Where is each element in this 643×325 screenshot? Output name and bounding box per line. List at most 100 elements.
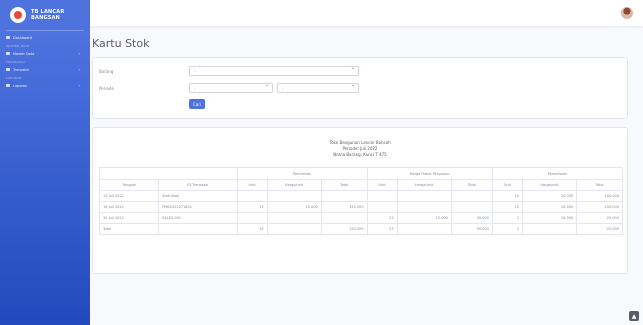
table-cell: 18 Juli 2022 (98, 201, 160, 213)
table-cell: 10.000 (396, 212, 452, 224)
table-cell (366, 201, 398, 213)
folder-icon (6, 52, 10, 55)
barang-label: Barang (99, 68, 114, 74)
table-cell: 20.000 (576, 223, 623, 235)
cart-icon (6, 68, 10, 71)
avatar[interactable] (621, 7, 633, 19)
barang-select-value: - (194, 69, 196, 74)
table-cell: 250.000 (576, 201, 623, 213)
table-cell (236, 190, 268, 202)
column-header: Unit (366, 179, 398, 191)
table-cell: 100.000 (576, 190, 623, 202)
year-select-value: - (282, 86, 284, 91)
sidebar-heading-master: MASTER DATA (6, 44, 30, 48)
table-cell (320, 190, 368, 202)
table-cell: 30.000 (450, 223, 493, 235)
table-cell: 10 (491, 190, 523, 202)
column-header: Tanggal (98, 179, 160, 191)
table-cell (450, 201, 493, 213)
table-cell: 15 (236, 223, 268, 235)
column-header: Harga/unit (266, 179, 322, 191)
table-header-row: Tanggal ID Transaksi Unit Harga/unit Total Un… (98, 179, 623, 191)
table-cell (396, 190, 452, 202)
table-cell: 10.000 (521, 201, 578, 213)
table-cell: Stok Awal (158, 190, 238, 202)
sidebar: TB LANCAR BANGSAN Dashboard MASTER DATA … (0, 0, 90, 325)
sidebar-item-dashboard[interactable]: Dashboard (0, 33, 90, 42)
table-cell (396, 201, 452, 213)
table-cell: 13 Juli 2022 (98, 190, 160, 202)
periode-label: Periode (99, 85, 114, 91)
table-row: 30 Juli 2022 SALES-001 23 10.000 30.000 2 10.0… (98, 212, 623, 224)
dashboard-icon (6, 36, 10, 39)
topbar (90, 0, 643, 26)
chevron-right-icon: › (78, 67, 80, 72)
table-cell: 10.000 (521, 190, 578, 202)
report-store-name: Toko Bangunan Lancar Bansah (329, 140, 391, 145)
sidebar-item-master-data[interactable]: Master Data › (0, 49, 90, 58)
table-row: 18 Juli 2022 PMB2022071801 15 10.000 150.000… (98, 201, 623, 213)
report-card: Toko Bangunan Lancar Bansah Periode: Jul… (92, 127, 628, 274)
chevron-right-icon: › (78, 83, 80, 88)
brand-name-line2: BANGSAN (31, 15, 61, 21)
sidebar-item-label: Laporan (13, 83, 28, 88)
table-cell (521, 223, 578, 235)
group-header-persediaan: Persediaan (491, 167, 624, 180)
column-header: Total (450, 179, 493, 191)
table-cell: 23 (366, 212, 398, 224)
table-cell: Total (98, 223, 160, 235)
year-select[interactable]: - (277, 82, 359, 93)
table-cell: 2 (491, 212, 523, 224)
report-item-name: Nama Barang: Kunci T 475 (333, 152, 387, 157)
barang-select[interactable]: - (189, 65, 359, 76)
scroll-to-top-button[interactable]: ▲ (629, 311, 639, 321)
month-select-value: - (194, 86, 196, 91)
table-cell: 20.000 (576, 212, 623, 224)
column-header: Harga/unit (521, 179, 578, 191)
sidebar-heading-transaksi: TRANSAKSI (6, 60, 25, 64)
table-cell: PMB2022071801 (158, 201, 238, 213)
table-cell: 150.000 (320, 223, 368, 235)
table-row: 13 Juli 2022 Stok Awal 10 10.000 100.000 (98, 190, 623, 202)
stock-card-table: Pembelian Harga Pokok Penjualan Persedia… (98, 167, 624, 235)
table-cell (396, 223, 452, 235)
table-cell: 15 (236, 201, 268, 213)
report-period: Periode: Juli 2022 (342, 146, 378, 151)
sidebar-item-label: Transaksi (13, 67, 30, 72)
table-cell: 30 Juli 2022 (98, 212, 160, 224)
search-button[interactable]: Cari (189, 99, 205, 109)
table-cell: SALES-001 (158, 212, 238, 224)
table-row: Total 15 150.000 23 30.000 2 20.000 (98, 223, 623, 235)
table-cell (266, 212, 322, 224)
table-cell: 2 (491, 223, 523, 235)
group-header-pembelian: Pembelian (236, 167, 368, 180)
column-header: ID Transaksi (158, 179, 238, 191)
column-header: Unit (236, 179, 268, 191)
sidebar-heading-laporan: LAPORAN (6, 76, 22, 80)
filter-card: Barang - Periode - - Cari (92, 57, 628, 119)
brand[interactable]: TB LANCAR BANGSAN (0, 0, 90, 28)
table-cell (320, 212, 368, 224)
table-cell (266, 190, 322, 202)
brand-logo-icon (10, 7, 26, 23)
group-header-blank (99, 167, 238, 180)
table-cell (450, 190, 493, 202)
table-cell (236, 212, 268, 224)
table-cell: 25 (491, 201, 523, 213)
chevron-up-icon: ▲ (631, 312, 637, 320)
sidebar-item-transaksi[interactable]: Transaksi › (0, 65, 90, 74)
sidebar-item-label: Dashboard (13, 35, 32, 40)
month-select[interactable]: - (189, 82, 273, 93)
table-cell: 10.000 (521, 212, 578, 224)
column-header: Harga/unit (396, 179, 452, 191)
chevron-right-icon: › (78, 51, 80, 56)
table-cell (266, 223, 322, 235)
sidebar-item-laporan[interactable]: Laporan › (0, 81, 90, 90)
column-header: Unit (491, 179, 523, 191)
group-header-penjualan: Harga Pokok Penjualan (366, 167, 493, 180)
column-header: Total (320, 179, 368, 191)
table-cell: 150.000 (320, 201, 368, 213)
sidebar-divider (6, 30, 84, 31)
column-header: Total (576, 179, 623, 191)
sidebar-item-label: Master Data (13, 51, 35, 56)
